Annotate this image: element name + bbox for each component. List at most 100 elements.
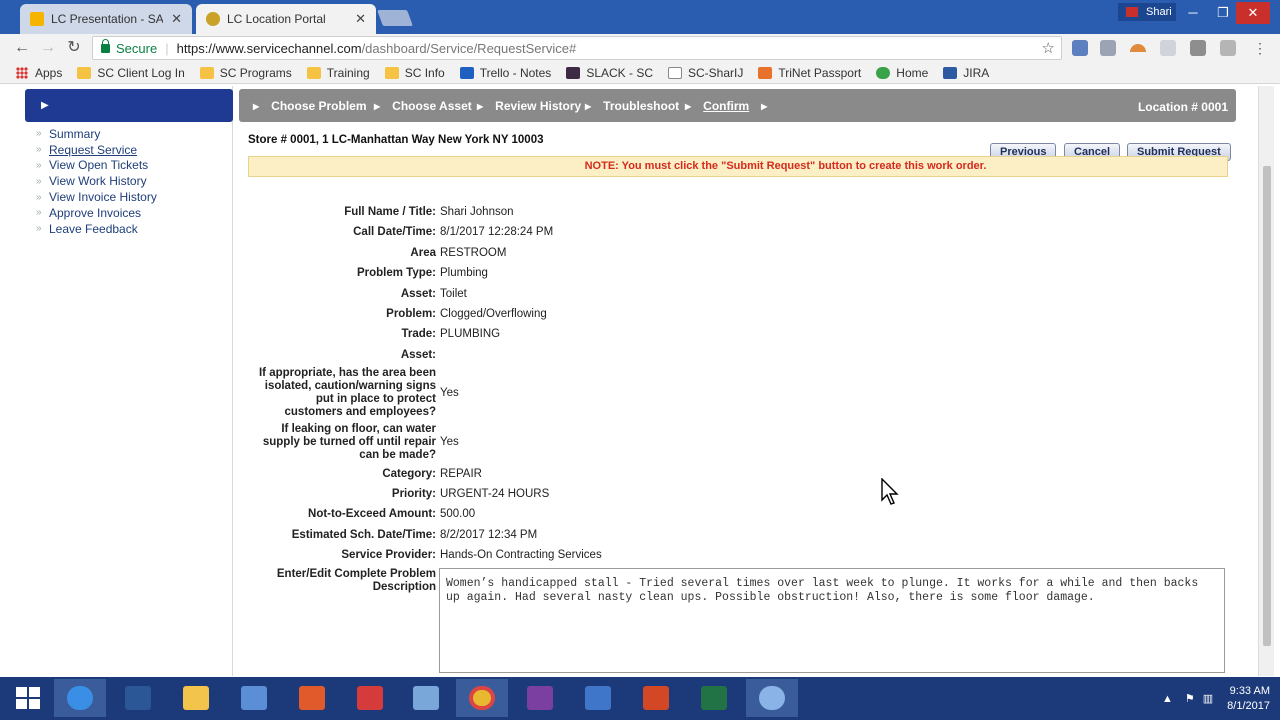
caret-right-icon: ▶ bbox=[374, 101, 381, 111]
browser-window: LC Presentation - SA010 ✕ LC Location Po… bbox=[0, 0, 1280, 720]
tab-title: LC Presentation - SA010 bbox=[51, 12, 164, 26]
extension-rocket-icon[interactable] bbox=[1072, 40, 1088, 56]
bookmark-jira[interactable]: JIRA bbox=[943, 66, 989, 80]
back-icon[interactable]: ← bbox=[12, 38, 32, 58]
bookmark-home[interactable]: Home bbox=[876, 66, 928, 80]
tray-network-icon[interactable]: ▥ bbox=[1203, 692, 1213, 705]
problem-description-textarea[interactable]: Women’s handicapped stall - Tried severa… bbox=[439, 568, 1225, 673]
trinet-icon bbox=[758, 66, 773, 79]
bookmark-trinet-passport[interactable]: TriNet Passport bbox=[758, 66, 861, 80]
taskbar-word-icon[interactable] bbox=[112, 679, 164, 717]
taskbar-snipping-icon[interactable] bbox=[344, 679, 396, 717]
field-value: Plumbing bbox=[440, 267, 488, 279]
folder-icon bbox=[306, 66, 321, 79]
field-value: REPAIR bbox=[440, 468, 482, 480]
minimize-icon[interactable]: ─ bbox=[1178, 2, 1208, 24]
bookmark-trello-notes[interactable]: Trello - Notes bbox=[459, 66, 551, 80]
clock-date: 8/1/2017 bbox=[1227, 699, 1270, 712]
sidebar-item-leave-feedback[interactable]: » Leave Feedback bbox=[36, 221, 157, 237]
tab-lc-location-portal[interactable]: LC Location Portal ✕ bbox=[196, 4, 376, 34]
sidebar-item-request-service[interactable]: » Request Service bbox=[36, 142, 157, 158]
bookmark-slack-sc[interactable]: SLACK - SC bbox=[566, 66, 653, 80]
taskbar-onenote-icon[interactable] bbox=[514, 679, 566, 717]
bookmark-training[interactable]: Training bbox=[306, 66, 370, 80]
field-label: Priority: bbox=[391, 488, 436, 500]
tab-lc-presentation[interactable]: LC Presentation - SA010 ✕ bbox=[20, 4, 192, 34]
sidebar-item-view-open-tickets[interactable]: » View Open Tickets bbox=[36, 158, 157, 174]
extension-square-icon[interactable] bbox=[1190, 40, 1206, 56]
taskbar-ie-icon[interactable] bbox=[54, 679, 106, 717]
taskbar-chat-icon[interactable] bbox=[572, 679, 624, 717]
menu-kebab-icon[interactable]: ⋮ bbox=[1250, 38, 1270, 58]
taskbar-settings-gear-icon[interactable] bbox=[746, 679, 798, 717]
clock-time: 9:33 AM bbox=[1229, 684, 1270, 697]
field-value: 8/2/2017 12:34 PM bbox=[440, 529, 538, 541]
field-label: Problem: bbox=[386, 308, 436, 320]
profile-button[interactable]: Shari bbox=[1118, 3, 1176, 21]
taskbar-excel-icon[interactable] bbox=[688, 679, 740, 717]
taskbar-apps-grid-icon[interactable] bbox=[286, 679, 338, 717]
double-chevron-icon: » bbox=[36, 207, 42, 219]
sidebar-item-summary[interactable]: » Summary bbox=[36, 126, 157, 142]
extension-arrow-icon[interactable] bbox=[1100, 40, 1116, 56]
bookmark-sc-sharij[interactable]: SC-SharIJ bbox=[668, 66, 743, 80]
jira-icon bbox=[943, 66, 958, 79]
field-value: Hands-On Contracting Services bbox=[440, 549, 602, 561]
restore-icon[interactable]: ❐ bbox=[1208, 2, 1238, 24]
store-address: Store # 0001, 1 LC-Manhattan Way New Yor… bbox=[248, 134, 544, 146]
page-icon bbox=[668, 66, 682, 79]
extension-arc-icon[interactable] bbox=[1130, 44, 1146, 52]
caret-right-icon: ▶ bbox=[253, 101, 260, 111]
folder-icon bbox=[384, 66, 399, 79]
tab-title: LC Location Portal bbox=[227, 12, 326, 26]
avatar bbox=[1126, 7, 1138, 17]
taskbar-clock[interactable]: 9:33 AM 8/1/2017 bbox=[1227, 684, 1270, 714]
tray-flag-icon[interactable]: ⚑ bbox=[1185, 692, 1195, 705]
tray-chevron-up-icon[interactable]: ▲ bbox=[1162, 693, 1173, 705]
sidebar-header: ▶ bbox=[25, 89, 233, 122]
wizard-steps-bar: ▶ Choose Problem ▶ Choose Asset ▶ Review Hi… bbox=[239, 89, 1236, 122]
left-sidebar: ▶ » Summary » Request Service » View Open T… bbox=[6, 86, 233, 676]
step-troubleshoot[interactable]: ▶ Troubleshoot bbox=[585, 99, 679, 113]
extension-g-icon[interactable] bbox=[1220, 40, 1236, 56]
taskbar-chrome-icon[interactable] bbox=[456, 679, 508, 717]
bookmark-apps[interactable]: Apps bbox=[16, 66, 62, 80]
step-choose-problem[interactable]: ▶ Choose Problem bbox=[253, 99, 367, 113]
close-tab-icon[interactable]: ✕ bbox=[171, 11, 182, 27]
bookmark-sc-client-log-in[interactable]: SC Client Log In bbox=[77, 66, 185, 80]
sidebar-item-view-work-history[interactable]: » View Work History bbox=[36, 173, 157, 189]
profile-name: Shari bbox=[1146, 6, 1172, 18]
reload-icon[interactable]: ↻ bbox=[64, 38, 84, 58]
field-label: Asset: bbox=[400, 288, 436, 300]
step-review-history[interactable]: ▶ Review History bbox=[477, 99, 581, 113]
scrollbar-thumb[interactable] bbox=[1263, 166, 1271, 646]
address-bar[interactable]: Secure | https://www.servicechannel.com … bbox=[92, 36, 1062, 60]
extension-snowflake-icon[interactable] bbox=[1160, 40, 1176, 56]
taskbar-shape-icon[interactable] bbox=[400, 679, 452, 717]
page-scrollbar[interactable] bbox=[1258, 86, 1274, 676]
sidebar-item-approve-invoices[interactable]: » Approve Invoices bbox=[36, 205, 157, 221]
step-confirm[interactable]: ▶ Confirm ▶ bbox=[685, 99, 767, 113]
taskbar-powerpoint-icon[interactable] bbox=[630, 679, 682, 717]
bookmark-sc-info[interactable]: SC Info bbox=[384, 66, 445, 80]
close-tab-icon[interactable]: ✕ bbox=[355, 11, 366, 27]
windows-start-icon[interactable] bbox=[16, 687, 42, 711]
secure-label: Secure bbox=[116, 40, 158, 56]
taskbar-file-explorer-icon[interactable] bbox=[170, 679, 222, 717]
slides-icon bbox=[30, 12, 44, 26]
forward-icon[interactable]: → bbox=[38, 38, 58, 58]
tab-strip: LC Presentation - SA010 ✕ LC Location Po… bbox=[0, 0, 1280, 34]
slack-icon bbox=[566, 66, 581, 79]
bookmark-star-icon[interactable]: ☆ bbox=[1042, 39, 1055, 57]
location-number: Location # 0001 bbox=[1137, 100, 1228, 114]
taskbar-app-icon[interactable] bbox=[228, 679, 280, 717]
field-label: Not-to-Exceed Amount: bbox=[308, 508, 436, 520]
new-tab-button[interactable] bbox=[377, 10, 413, 26]
close-window-icon[interactable]: ✕ bbox=[1236, 2, 1270, 24]
sidebar-item-view-invoice-history[interactable]: » View Invoice History bbox=[36, 189, 157, 205]
field-label: Category: bbox=[382, 468, 436, 480]
bookmark-sc-programs[interactable]: SC Programs bbox=[199, 66, 292, 80]
field-label: Call Date/Time: bbox=[353, 226, 436, 238]
double-chevron-icon: » bbox=[36, 223, 42, 235]
step-choose-asset[interactable]: ▶ Choose Asset bbox=[374, 99, 472, 113]
